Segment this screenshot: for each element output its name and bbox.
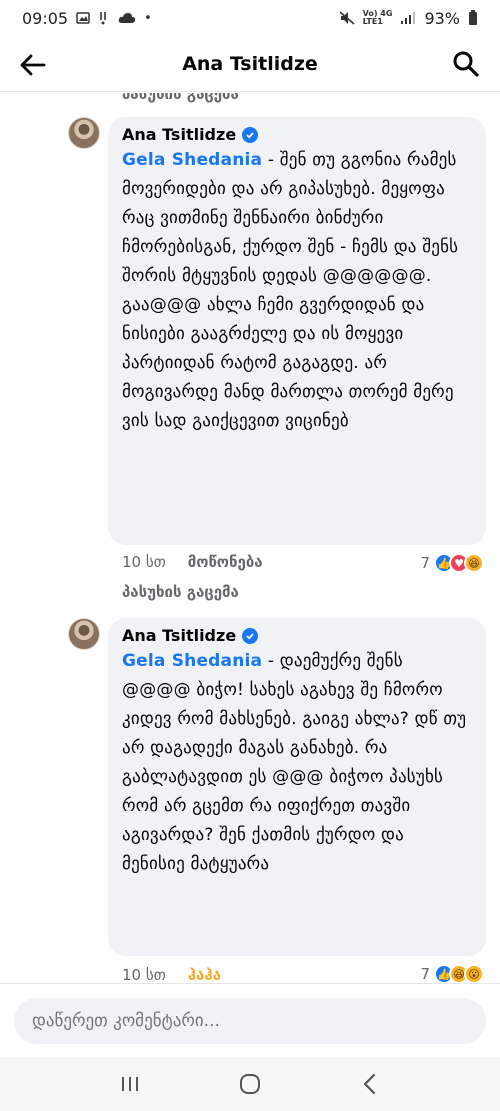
comment-time: 10 სთ	[122, 553, 166, 571]
comment-bubble[interactable]: Ana Tsitlidze Gela Shedania - შენ თუ გგო…	[108, 117, 486, 545]
recent-apps-button[interactable]	[112, 1066, 148, 1102]
comment-input[interactable]	[14, 998, 486, 1044]
back-button[interactable]	[18, 50, 48, 80]
comment-body: - დაემუქრე შენს @@@@ ბიჭო! სახეს აგახევ …	[122, 651, 467, 874]
comment-author[interactable]: Ana Tsitlidze	[122, 626, 236, 645]
mention-link[interactable]: Gela Shedania	[122, 150, 262, 170]
haha-button[interactable]: ჰაჰა	[188, 966, 221, 983]
search-button[interactable]	[452, 50, 480, 78]
notification-icon	[98, 11, 110, 25]
verified-badge-icon	[242, 627, 259, 644]
comment-meta: 10 სთ მოწონება	[122, 553, 263, 571]
network-indicator: Vo) 4G LTE1	[362, 9, 393, 26]
avatar[interactable]	[68, 618, 100, 650]
reaction-summary[interactable]: 7 👍 😆 😮	[420, 964, 484, 983]
comment-author[interactable]: Ana Tsitlidze	[122, 125, 236, 144]
comment-body: - შენ თუ გგონია რამეს მოვერიდები და არ გ…	[122, 150, 459, 431]
gallery-icon	[76, 11, 90, 25]
reaction-summary[interactable]: 7 👍 ♥ 😆	[420, 553, 484, 573]
chevron-left-icon	[363, 1073, 376, 1095]
comment-time: 10 სთ	[122, 966, 166, 983]
cloud-icon	[118, 12, 136, 24]
search-icon	[453, 51, 479, 77]
avatar[interactable]	[68, 117, 100, 149]
page-title: Ana Tsitlidze	[182, 52, 318, 75]
reaction-count: 7	[420, 554, 430, 572]
battery-level: 93%	[424, 8, 460, 28]
haha-reaction-icon: 😆	[464, 553, 484, 573]
verified-badge-icon	[242, 126, 259, 143]
home-icon	[240, 1074, 260, 1094]
comment-composer	[0, 983, 500, 1057]
comment-text: Gela Shedania - შენ თუ გგონია რამეს მოვე…	[122, 146, 472, 436]
recent-apps-icon	[122, 1077, 138, 1091]
comment-meta: 10 სთ ჰაჰა	[122, 966, 221, 983]
back-nav-button[interactable]	[352, 1066, 388, 1102]
status-bar: 09:05 • Vo) 4G LTE1 93%	[0, 0, 500, 36]
system-nav-bar	[0, 1057, 500, 1111]
reply-link[interactable]: პასუხის გაცემა	[122, 93, 239, 103]
dot-icon: •	[144, 10, 152, 26]
like-button[interactable]: მოწონება	[188, 553, 263, 571]
comment-feed[interactable]: პასუხის გაცემა Ana Tsitlidze Gela Shedan…	[0, 93, 500, 983]
signal-icon	[400, 11, 416, 25]
arrow-left-icon	[20, 54, 46, 76]
header: Ana Tsitlidze	[0, 36, 500, 92]
comment-bubble[interactable]: Ana Tsitlidze Gela Shedania - დაემუქრე შ…	[108, 618, 486, 956]
status-time: 09:05	[22, 8, 69, 28]
mention-link[interactable]: Gela Shedania	[122, 651, 262, 671]
comment-text: Gela Shedania - დაემუქრე შენს @@@@ ბიჭო!…	[122, 647, 472, 879]
wow-reaction-icon: 😮	[464, 964, 484, 983]
home-button[interactable]	[232, 1066, 268, 1102]
reaction-count: 7	[420, 965, 430, 983]
battery-icon	[468, 10, 478, 26]
mute-icon	[339, 11, 355, 25]
reply-button[interactable]: პასუხის გაცემა	[122, 583, 239, 601]
